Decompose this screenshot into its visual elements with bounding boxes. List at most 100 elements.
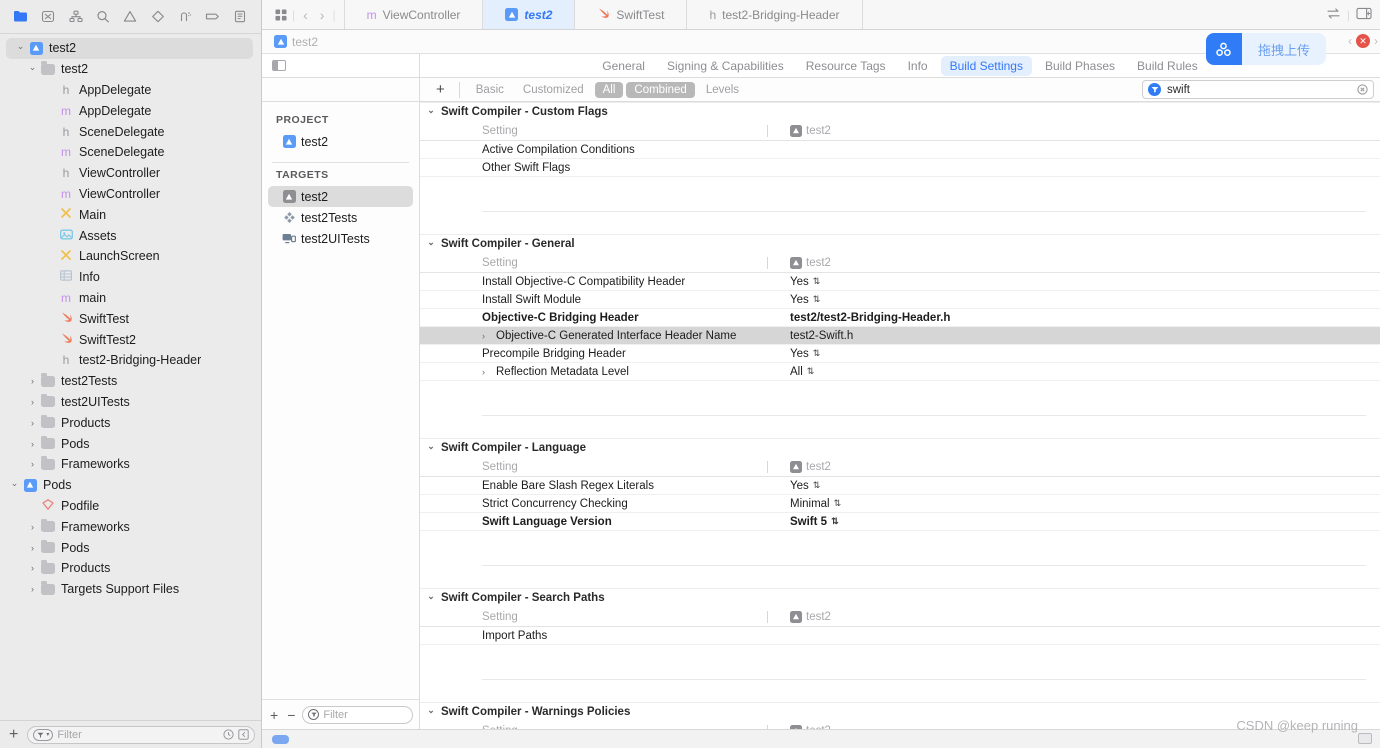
settings-group-header[interactable]: ⌄ Swift Compiler - Search Paths <box>420 588 1380 608</box>
tree-item[interactable]: ›mSceneDelegate <box>0 142 261 163</box>
tree-item[interactable]: ›htest2-Bridging-Header <box>0 350 261 371</box>
chevron-right-icon[interactable]: › <box>26 459 39 469</box>
filter-segment-all[interactable]: All <box>594 81 624 98</box>
sidebar-toggle-icon[interactable] <box>272 60 286 72</box>
tree-item[interactable]: ⌄ Pods <box>0 475 261 496</box>
chevron-right-icon[interactable]: › <box>482 331 492 341</box>
minimize-widget-icon[interactable] <box>1358 733 1372 744</box>
tree-item[interactable]: ›SwiftTest <box>0 308 261 329</box>
setting-value-cell[interactable]: test2/test2-Bridging-Header.h <box>767 312 1380 324</box>
project-tab-signing-capabilities[interactable]: Signing & Capabilities <box>658 56 793 76</box>
tree-item[interactable]: ›LaunchScreen <box>0 246 261 267</box>
tree-item[interactable]: ›Assets <box>0 225 261 246</box>
search-icon[interactable] <box>90 6 115 28</box>
tree-item[interactable]: › Pods <box>0 433 261 454</box>
setting-value-cell[interactable]: All ⇅ <box>767 366 1380 378</box>
target-item[interactable]: test2 <box>268 186 413 208</box>
build-settings-table[interactable]: ⌄ Swift Compiler - Custom Flags Setting tes… <box>420 102 1380 730</box>
tree-item[interactable]: ›mmain <box>0 288 261 309</box>
stepper-icon[interactable]: ⇅ <box>813 277 821 286</box>
tree-item[interactable]: › test2Tests <box>0 371 261 392</box>
editor-tab[interactable]: SwiftTest <box>575 0 688 30</box>
target-item[interactable]: test2UITests <box>268 228 413 249</box>
test-icon[interactable] <box>145 6 170 28</box>
target-item[interactable]: test2Tests <box>268 207 413 228</box>
tree-item[interactable]: ›hViewController <box>0 163 261 184</box>
chevron-down-icon[interactable]: ⌄ <box>426 441 436 452</box>
recent-icon[interactable] <box>223 729 234 740</box>
tree-item[interactable]: ›SwiftTest2 <box>0 329 261 350</box>
forward-button[interactable]: › <box>316 7 329 23</box>
setting-row[interactable]: Precompile Bridging Header Yes ⇅ <box>420 345 1380 364</box>
setting-value-cell[interactable]: Swift 5 ⇅ <box>767 516 1380 528</box>
project-tab-build-settings[interactable]: Build Settings <box>940 55 1032 76</box>
setting-row[interactable]: Enable Bare Slash Regex Literals Yes ⇅ <box>420 477 1380 496</box>
project-tab-resource-tags[interactable]: Resource Tags <box>797 56 895 76</box>
setting-value-cell[interactable]: Yes ⇅ <box>767 348 1380 360</box>
inspector-toggle-icon[interactable] <box>1356 7 1372 23</box>
editor-tab[interactable]: h test2-Bridging-Header <box>687 0 863 30</box>
stepper-icon[interactable]: ⇅ <box>807 367 815 376</box>
project-targets-list[interactable]: PROJECT test2 TARGETS test2 test2Tests tes… <box>262 102 419 699</box>
setting-row[interactable]: Import Paths <box>420 627 1380 646</box>
grid-view-icon[interactable] <box>274 8 288 22</box>
chevron-right-icon[interactable]: › <box>26 543 39 553</box>
tree-item[interactable]: › Frameworks <box>0 516 261 537</box>
setting-value-cell[interactable]: Minimal ⇅ <box>767 498 1380 510</box>
tree-item[interactable]: ›hAppDelegate <box>0 80 261 101</box>
folder-icon[interactable] <box>8 6 33 28</box>
tree-item[interactable]: ⌄ test2 <box>6 38 253 59</box>
debug-icon[interactable] <box>173 6 198 28</box>
add-file-button[interactable]: + <box>6 726 21 743</box>
chevron-down-icon[interactable]: ⌄ <box>426 237 436 248</box>
chevron-right-icon[interactable]: › <box>26 376 39 386</box>
tree-item[interactable]: › Pods <box>0 537 261 558</box>
back-button[interactable]: ‹ <box>299 7 312 23</box>
chevron-right-icon[interactable]: › <box>26 397 39 407</box>
settings-group-header[interactable]: ⌄ Swift Compiler - General <box>420 234 1380 254</box>
editor-tab[interactable]: test2 <box>483 0 576 30</box>
tree-item[interactable]: › Frameworks <box>0 454 261 475</box>
tree-item[interactable]: ›hSceneDelegate <box>0 121 261 142</box>
filter-segment-customized[interactable]: Customized <box>515 82 592 98</box>
navigator-filter-field[interactable]: ▾ Filter <box>27 725 255 744</box>
setting-row[interactable]: Install Swift Module Yes ⇅ <box>420 291 1380 310</box>
settings-group-header[interactable]: ⌄ Swift Compiler - Warnings Policies <box>420 702 1380 722</box>
tree-item[interactable]: › test2UITests <box>0 392 261 413</box>
clear-icon[interactable] <box>1357 84 1368 96</box>
add-setting-button[interactable]: + <box>430 82 451 97</box>
tree-item[interactable]: › Targets Support Files <box>0 579 261 600</box>
setting-value-cell[interactable]: Yes ⇅ <box>767 276 1380 288</box>
collapse-icon[interactable] <box>238 729 249 740</box>
project-tab-general[interactable]: General <box>593 56 654 76</box>
chevron-down-icon[interactable]: ⌄ <box>8 478 21 489</box>
add-target-button[interactable]: + <box>268 708 280 722</box>
drag-upload-widget[interactable]: 拖拽上传 <box>1205 33 1326 65</box>
overlay-next-icon[interactable]: › <box>1374 34 1378 48</box>
source-control-icon[interactable] <box>35 6 60 28</box>
settings-group-header[interactable]: ⌄ Swift Compiler - Custom Flags <box>420 102 1380 122</box>
setting-value-cell[interactable]: Yes ⇅ <box>767 480 1380 492</box>
filter-segment-combined[interactable]: Combined <box>626 81 695 98</box>
stepper-icon[interactable]: ⇅ <box>831 517 839 526</box>
tab-list[interactable]: m ViewController test2 SwiftTest h test2-Brid… <box>345 0 1318 30</box>
warning-icon[interactable] <box>118 6 143 28</box>
tree-item[interactable]: ›mViewController <box>0 184 261 205</box>
file-tree[interactable]: ⌄ test2 ⌄ test2 › h AppDelegate › m AppDelegate › h… <box>0 34 261 720</box>
setting-row[interactable]: Strict Concurrency Checking Minimal ⇅ <box>420 495 1380 514</box>
hierarchy-icon[interactable] <box>63 6 88 28</box>
overlay-prev-icon[interactable]: ‹ <box>1348 34 1352 48</box>
chevron-right-icon[interactable]: › <box>482 367 492 377</box>
chevron-right-icon[interactable]: › <box>26 522 39 532</box>
project-tab-build-phases[interactable]: Build Phases <box>1036 56 1124 76</box>
project-tab-info[interactable]: Info <box>899 56 937 76</box>
setting-row[interactable]: Install Objective-C Compatibility Header… <box>420 273 1380 292</box>
project-item[interactable]: test2 <box>268 131 413 152</box>
target-filter-field[interactable]: Filter <box>302 705 413 724</box>
project-tab-build-rules[interactable]: Build Rules <box>1128 56 1207 76</box>
filter-segment-levels[interactable]: Levels <box>698 82 747 98</box>
chevron-right-icon[interactable]: › <box>26 563 39 573</box>
settings-group-header[interactable]: ⌄ Swift Compiler - Language <box>420 438 1380 458</box>
stepper-icon[interactable]: ⇅ <box>834 499 842 508</box>
tree-item[interactable]: ›Main <box>0 204 261 225</box>
